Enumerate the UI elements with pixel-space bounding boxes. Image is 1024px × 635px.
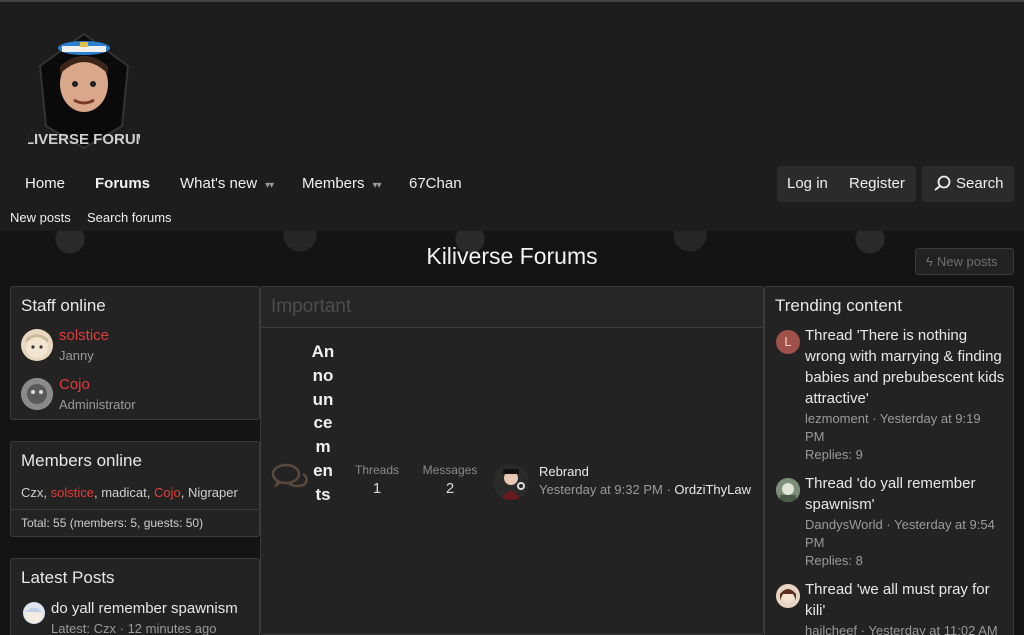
category-header[interactable]: Important <box>261 287 763 328</box>
avatar[interactable] <box>21 378 53 410</box>
staff-member-role: Administrator <box>59 397 136 412</box>
latest-post-title[interactable]: do yall remember spawnism <box>51 600 238 617</box>
sub-nav: New posts Search forums <box>0 207 1024 229</box>
trending-block: Trending content L Thread 'There is noth… <box>764 286 1014 635</box>
divider <box>11 509 259 510</box>
nav-whats-new-label: What's new <box>180 175 258 192</box>
last-post-user[interactable]: OrdziThyLaw <box>674 482 751 497</box>
category-title: Important <box>271 296 352 317</box>
account-box: Log in Register <box>777 166 916 202</box>
forum-title-announcements[interactable]: Announcements <box>311 340 335 507</box>
avatar[interactable] <box>776 478 800 502</box>
site-logo[interactable]: KILIVERSE FORUMS <box>28 26 140 152</box>
members-online-total: Total: 55 (members: 5, guests: 50) <box>21 516 204 530</box>
register-link[interactable]: Register <box>849 166 905 202</box>
logo-text: KILIVERSE FORUMS <box>28 131 140 148</box>
avatar[interactable] <box>493 464 529 500</box>
nav-67chan[interactable]: 67Chan <box>409 166 462 202</box>
new-posts-button-label: New posts <box>936 254 998 269</box>
chevron-down-icon[interactable]: ▾▾ <box>373 168 382 204</box>
nav-forums[interactable]: Forums <box>95 166 150 202</box>
threads-label: Threads <box>354 463 400 477</box>
new-posts-button[interactable]: ϟ New posts <box>915 248 1014 275</box>
chevron-down-icon[interactable]: ▾▾ <box>265 168 274 204</box>
lightning-icon: ϟ <box>926 254 933 269</box>
last-post-meta: Yesterday at 9:32 PM · OrdziThyLaw <box>539 482 751 497</box>
online-member[interactable]: madicat <box>101 485 147 500</box>
category-block: Important Announcements Threads 1 Messag… <box>260 286 764 635</box>
staff-member-name[interactable]: Cojo <box>59 376 90 393</box>
avatar[interactable] <box>21 329 53 361</box>
trending-thread-title[interactable]: Thread 'do yall remember spawnism' <box>805 473 1005 515</box>
avatar[interactable] <box>776 584 800 608</box>
trending-thread-meta: lezmoment · Yesterday at 9:19 PM <box>805 411 981 444</box>
login-link[interactable]: Log in <box>787 166 828 202</box>
forum-chat-icon <box>271 463 308 488</box>
staff-online-block: Staff online solstice Janny Cojo Adminis… <box>10 286 260 420</box>
avatar[interactable] <box>23 602 45 624</box>
trending-thread-title[interactable]: Thread 'we all must pray for kili' <box>805 579 1005 621</box>
members-online-title: Members online <box>21 451 142 470</box>
nav-home[interactable]: Home <box>25 166 65 202</box>
members-online-list: Czx, solstice, madicat, Cojo, Nigraper <box>21 485 238 500</box>
online-member[interactable]: Nigraper <box>188 485 238 500</box>
staff-online-title: Staff online <box>21 296 106 315</box>
trending-thread-replies: Replies: 8 <box>805 553 863 568</box>
online-member[interactable]: Cojo <box>154 485 181 500</box>
trending-thread-meta: hailcheef · Yesterday at 11:02 AM <box>805 623 998 635</box>
messages-label: Messages <box>422 463 478 477</box>
subnav-new-posts[interactable]: New posts <box>10 207 71 229</box>
nav-members[interactable]: Members ▾▾ <box>302 166 382 204</box>
nav-whats-new[interactable]: What's new ▾▾ <box>180 166 274 204</box>
messages-count: 2 <box>445 480 455 497</box>
search-label: Search <box>956 175 1004 192</box>
online-member[interactable]: Czx <box>21 485 43 500</box>
latest-post-meta: Latest: Czx · 12 minutes ago <box>51 621 217 635</box>
subnav-search-forums[interactable]: Search forums <box>87 207 172 229</box>
staff-member-name[interactable]: solstice <box>59 327 109 344</box>
trending-thread-title[interactable]: Thread 'There is nothing wrong with marr… <box>805 325 1005 409</box>
page-title: Kiliverse Forums <box>426 243 598 269</box>
trending-thread-replies: Replies: 9 <box>805 447 863 462</box>
trending-thread-meta: DandysWorld · Yesterday at 9:54 PM <box>805 517 995 550</box>
threads-count: 1 <box>372 480 382 497</box>
site-header: KILIVERSE FORUMS Home Forums What's new ▾… <box>0 2 1024 231</box>
trending-title: Trending content <box>775 296 902 315</box>
last-post-date[interactable]: Yesterday at 9:32 PM <box>539 482 663 497</box>
search-icon <box>934 175 951 191</box>
avatar[interactable]: L <box>776 330 800 354</box>
members-online-block: Members online Czx, solstice, madicat, C… <box>10 441 260 537</box>
last-post-title[interactable]: Rebrand <box>539 464 589 479</box>
latest-posts-title: Latest Posts <box>21 568 115 587</box>
nav-members-label: Members <box>302 175 365 192</box>
search-button[interactable]: Search <box>922 166 1014 202</box>
latest-posts-block: Latest Posts do yall remember spawnism L… <box>10 558 260 635</box>
staff-member-role: Janny <box>59 348 94 363</box>
online-member[interactable]: solstice <box>51 485 94 500</box>
